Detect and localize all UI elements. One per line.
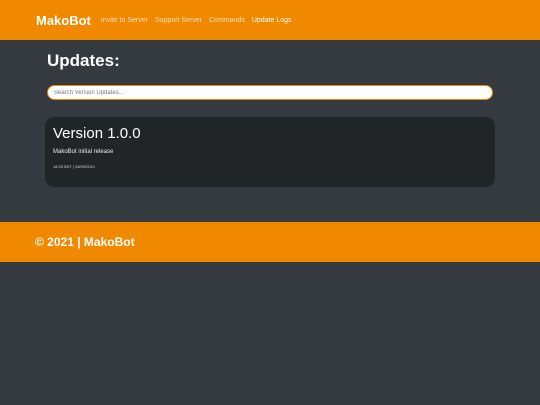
update-description: MakoBot initial release [53, 149, 114, 155]
navbar: MakoBot Invite to Server Support Server … [0, 0, 540, 40]
nav-link-commands[interactable]: Commands [209, 17, 245, 24]
brand-logo-link[interactable]: MakoBot [36, 13, 91, 28]
footer-copyright: © 2021 | MakoBot [35, 235, 135, 249]
search-input[interactable] [47, 85, 493, 100]
update-timestamp: 18:33 BST | 28/09/2021 [53, 164, 96, 169]
page-title: Updates: [47, 51, 120, 70]
update-version-title: Version 1.0.0 [53, 125, 141, 142]
main-content: Updates: Version 1.0.0 MakoBot initial r… [0, 40, 540, 222]
nav-link-update-logs[interactable]: Update Logs [252, 17, 292, 24]
nav-link-invite[interactable]: Invite to Server [101, 17, 148, 24]
footer: © 2021 | MakoBot [0, 222, 540, 262]
nav-link-support[interactable]: Support Server [155, 17, 202, 24]
update-card: Version 1.0.0 MakoBot initial release 18… [45, 117, 495, 187]
